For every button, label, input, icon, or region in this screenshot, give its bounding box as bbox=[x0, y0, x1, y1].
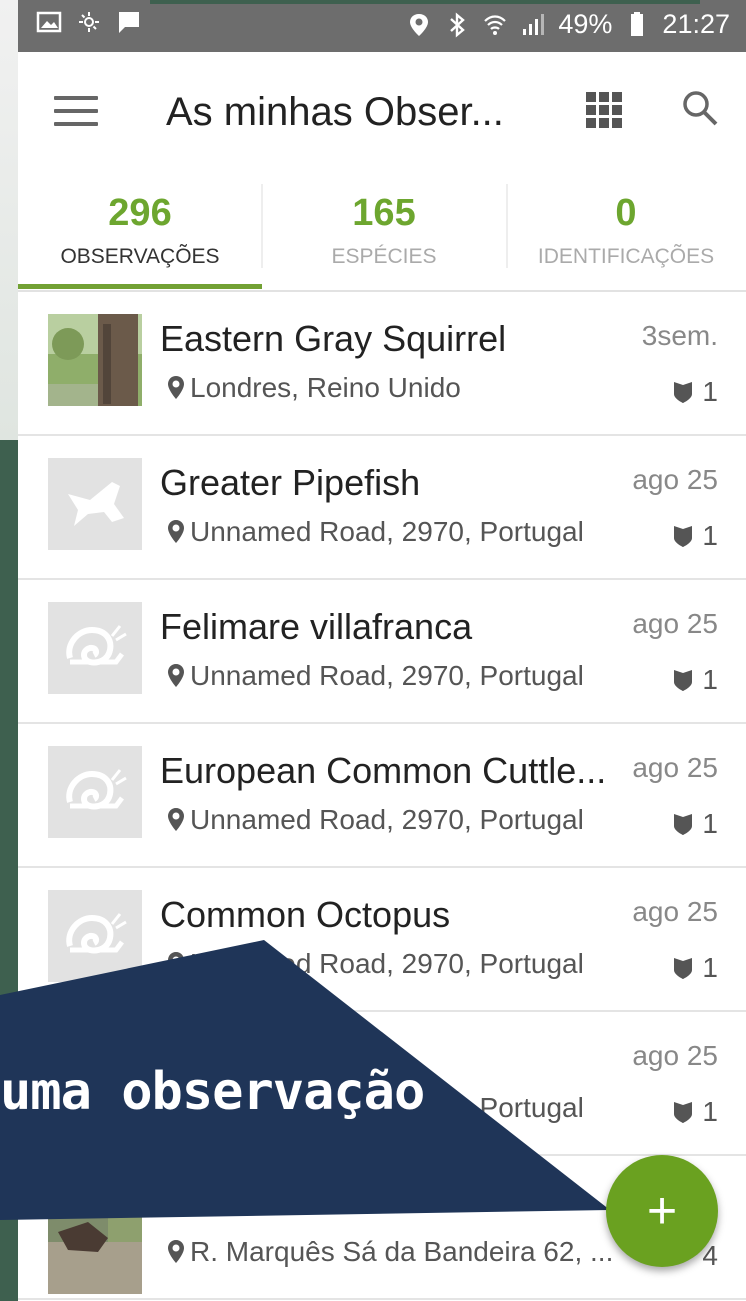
observation-date: ago 25 bbox=[632, 752, 718, 784]
shield-icon bbox=[674, 670, 693, 691]
search-icon[interactable] bbox=[680, 88, 720, 128]
observation-place: Londres, Reino Unido bbox=[166, 372, 461, 404]
observation-place-text: R. Marquês Sá da Bandeira 62, ... bbox=[190, 1236, 614, 1267]
shield-icon bbox=[674, 382, 693, 403]
menu-icon[interactable] bbox=[54, 96, 98, 130]
mollusk-icon bbox=[48, 746, 142, 838]
message-icon bbox=[119, 12, 139, 33]
location-pin-icon bbox=[168, 376, 184, 399]
location-pin-icon bbox=[168, 664, 184, 687]
shield-icon bbox=[674, 526, 693, 547]
observation-place-text: Unnamed Road, 2970, Portugal bbox=[190, 660, 584, 691]
species-count: 165 bbox=[352, 192, 416, 234]
tab-species[interactable]: 165 ESPÉCIES bbox=[262, 172, 506, 288]
location-pin-icon bbox=[168, 808, 184, 831]
observation-name: Eastern Gray Squirrel bbox=[160, 318, 507, 359]
identifications-count: 0 bbox=[615, 192, 637, 234]
sync-icon bbox=[79, 12, 99, 32]
battery-icon bbox=[631, 11, 644, 36]
location-pin-icon bbox=[168, 520, 184, 543]
identification-count-text: 1 bbox=[702, 520, 718, 551]
stats-tabs: 296 OBSERVAÇÕES 165 ESPÉCIES 0 IDENTIFIC… bbox=[18, 172, 746, 292]
identification-count: 1 bbox=[672, 376, 718, 408]
tab-observations[interactable]: 296 OBSERVAÇÕES bbox=[18, 172, 262, 288]
observation-place-text: Unnamed Road, 2970, Portugal bbox=[190, 804, 584, 835]
observation-name: European Common Cuttle... bbox=[160, 750, 607, 791]
observation-date: 3sem. bbox=[641, 320, 718, 352]
observation-name: Greater Pipefish bbox=[160, 462, 421, 503]
background-edge bbox=[150, 0, 700, 4]
identifications-label: IDENTIFICAÇÕES bbox=[537, 245, 715, 268]
tab-identifications[interactable]: 0 IDENTIFICAÇÕES bbox=[506, 172, 746, 288]
observation-name: Common Octopus bbox=[160, 894, 451, 935]
wifi-icon bbox=[484, 14, 507, 35]
observation-place-text: Londres, Reino Unido bbox=[190, 372, 461, 403]
location-icon bbox=[410, 13, 429, 36]
image-icon bbox=[36, 11, 62, 33]
identification-count: 1 bbox=[672, 664, 718, 696]
active-tab-indicator bbox=[18, 284, 262, 289]
identification-count-text: 1 bbox=[702, 376, 718, 407]
observation-name: Felimare villafranca bbox=[160, 606, 473, 647]
plus-icon: + bbox=[646, 1182, 678, 1240]
list-item[interactable]: Felimare villafranca Unnamed Road, 2970,… bbox=[18, 580, 746, 724]
mollusk-icon bbox=[48, 602, 142, 694]
signal-icon bbox=[523, 13, 545, 35]
location-pin-icon bbox=[168, 1240, 184, 1263]
observation-place: Unnamed Road, 2970, Portugal bbox=[166, 660, 584, 692]
observation-photo bbox=[48, 314, 142, 406]
list-item[interactable]: Eastern Gray Squirrel Londres, Reino Uni… bbox=[18, 292, 746, 436]
bluetooth-icon bbox=[450, 11, 466, 38]
observation-date: ago 25 bbox=[632, 464, 718, 496]
observations-label: OBSERVAÇÕES bbox=[60, 245, 220, 268]
observation-date: ago 25 bbox=[632, 896, 718, 928]
identification-count-text: 1 bbox=[702, 664, 718, 695]
observation-place: Unnamed Road, 2970, Portugal bbox=[166, 516, 584, 548]
grid-view-icon[interactable] bbox=[586, 92, 622, 128]
background-top bbox=[0, 0, 18, 440]
list-item[interactable]: European Common Cuttle... Unnamed Road, … bbox=[18, 724, 746, 868]
list-item[interactable]: Greater Pipefish Unnamed Road, 2970, Por… bbox=[18, 436, 746, 580]
observation-place: Unnamed Road, 2970, Portugal bbox=[166, 804, 584, 836]
add-observation-button[interactable]: + bbox=[606, 1155, 718, 1267]
observations-count: 296 bbox=[108, 192, 172, 234]
app-toolbar: As minhas Obser... bbox=[18, 52, 746, 172]
observation-place-text: Unnamed Road, 2970, Portugal bbox=[190, 516, 584, 547]
observation-place: R. Marquês Sá da Bandeira 62, ... bbox=[166, 1236, 613, 1268]
shield-icon bbox=[674, 814, 693, 835]
battery-percent: 49% bbox=[558, 9, 613, 39]
identification-count: 1 bbox=[672, 520, 718, 552]
status-bar: 49% 21:27 bbox=[18, 0, 746, 52]
species-label: ESPÉCIES bbox=[331, 245, 437, 268]
clock: 21:27 bbox=[662, 9, 730, 39]
identification-count-text: 1 bbox=[702, 808, 718, 839]
fish-icon bbox=[48, 458, 142, 550]
page-title: As minhas Obser... bbox=[166, 90, 504, 134]
callout-text: uma observação bbox=[0, 1062, 425, 1122]
identification-count: 1 bbox=[672, 808, 718, 840]
observation-date: ago 25 bbox=[632, 608, 718, 640]
